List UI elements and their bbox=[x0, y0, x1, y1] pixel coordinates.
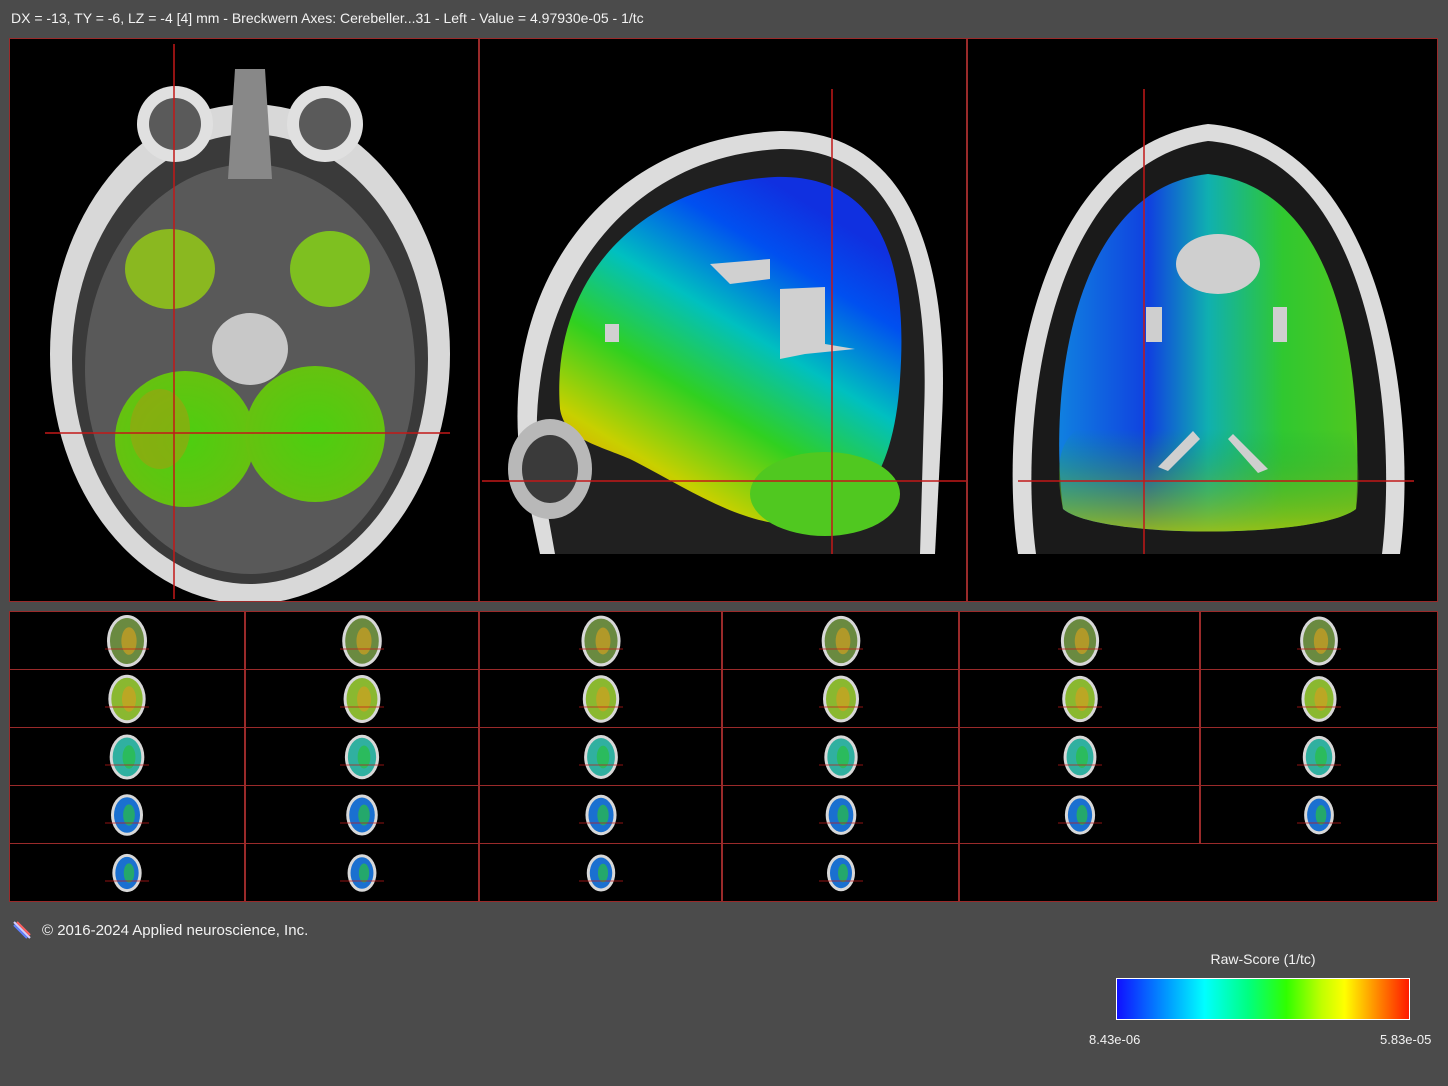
slice-thumbnail-image bbox=[1057, 735, 1102, 778]
slice-thumbnail-image bbox=[340, 853, 384, 892]
slice-thumbnail-image bbox=[105, 793, 149, 836]
slice-thumbnail[interactable] bbox=[9, 669, 245, 728]
slice-thumbnail-image bbox=[578, 794, 623, 835]
main-views bbox=[9, 38, 1438, 604]
slice-thumbnail[interactable] bbox=[9, 727, 245, 786]
colorbar-min-label: 8.43e-06 bbox=[1089, 1032, 1141, 1047]
slice-thumbnail-image bbox=[578, 615, 623, 666]
sagittal-brain-image bbox=[482, 89, 966, 554]
slice-thumbnail[interactable] bbox=[959, 727, 1200, 786]
slice-thumbnail[interactable] bbox=[959, 785, 1200, 844]
slice-thumbnail-image bbox=[1297, 735, 1341, 778]
slice-thumbnail[interactable] bbox=[722, 727, 959, 786]
applied-neuroscience-logo-icon bbox=[13, 921, 31, 939]
slice-thumbnail-image bbox=[1297, 615, 1341, 666]
slice-thumbnail[interactable] bbox=[722, 669, 959, 728]
slice-thumbnail-image bbox=[105, 733, 149, 780]
slice-thumbnail[interactable] bbox=[959, 611, 1200, 670]
slice-thumbnail-image bbox=[818, 675, 863, 722]
slice-thumbnail[interactable] bbox=[245, 843, 479, 902]
sagittal-view[interactable] bbox=[479, 38, 967, 602]
slice-thumbnail-image bbox=[818, 854, 863, 891]
copyright-text: © 2016-2024 Applied neuroscience, Inc. bbox=[42, 921, 309, 939]
slice-thumbnail[interactable] bbox=[9, 611, 245, 670]
coronal-view[interactable] bbox=[967, 38, 1438, 602]
slice-thumbnail-image bbox=[1297, 795, 1341, 834]
slice-thumbnail[interactable] bbox=[245, 785, 479, 844]
slice-thumbnail[interactable] bbox=[479, 843, 722, 902]
slice-thumbnail-image bbox=[1297, 675, 1341, 722]
empty-thumbnail-area bbox=[959, 843, 1438, 902]
slice-thumbnail-image bbox=[340, 734, 384, 779]
colorbar bbox=[1116, 978, 1410, 1020]
slice-thumbnail-grid bbox=[9, 611, 1438, 903]
slice-thumbnail-image bbox=[818, 615, 863, 666]
slice-thumbnail[interactable] bbox=[479, 727, 722, 786]
slice-thumbnail[interactable] bbox=[245, 611, 479, 670]
footer: © 2016-2024 Applied neuroscience, Inc. bbox=[12, 920, 308, 940]
slice-thumbnail-image bbox=[340, 793, 384, 836]
slice-thumbnail-image bbox=[340, 674, 384, 723]
slice-thumbnail[interactable] bbox=[1200, 785, 1438, 844]
slice-thumbnail[interactable] bbox=[245, 669, 479, 728]
slice-thumbnail-image bbox=[578, 854, 623, 891]
slice-thumbnail[interactable] bbox=[479, 669, 722, 728]
slice-thumbnail[interactable] bbox=[959, 669, 1200, 728]
slice-thumbnail[interactable] bbox=[9, 785, 245, 844]
slice-thumbnail[interactable] bbox=[1200, 727, 1438, 786]
axial-view[interactable] bbox=[9, 38, 479, 602]
slice-thumbnail[interactable] bbox=[722, 843, 959, 902]
slice-thumbnail-image bbox=[340, 614, 384, 667]
colorbar-title: Raw-Score (1/tc) bbox=[1210, 951, 1316, 967]
colorbar-max-label: 5.83e-05 bbox=[1380, 1032, 1432, 1047]
status-readout: DX = -13, TY = -6, LZ = -4 [4] mm - Brec… bbox=[11, 10, 644, 26]
slice-thumbnail[interactable] bbox=[245, 727, 479, 786]
slice-thumbnail[interactable] bbox=[1200, 611, 1438, 670]
slice-thumbnail[interactable] bbox=[722, 785, 959, 844]
axial-brain-image bbox=[45, 44, 450, 601]
slice-thumbnail-image bbox=[105, 853, 149, 892]
slice-thumbnail-image bbox=[818, 734, 863, 779]
slice-thumbnail[interactable] bbox=[1200, 669, 1438, 728]
slice-thumbnail-image bbox=[578, 734, 623, 779]
coronal-brain-image bbox=[1012, 89, 1414, 554]
slice-thumbnail-image bbox=[105, 674, 149, 723]
slice-thumbnail-image bbox=[578, 674, 623, 723]
slice-thumbnail-image bbox=[818, 794, 863, 835]
slice-thumbnail-image bbox=[105, 614, 149, 667]
slice-thumbnail[interactable] bbox=[722, 611, 959, 670]
slice-thumbnail-image bbox=[1057, 794, 1102, 835]
slice-thumbnail-image bbox=[1057, 615, 1102, 666]
slice-thumbnail[interactable] bbox=[479, 611, 722, 670]
slice-thumbnail[interactable] bbox=[479, 785, 722, 844]
slice-thumbnail[interactable] bbox=[9, 843, 245, 902]
slice-thumbnail-image bbox=[1057, 675, 1102, 722]
